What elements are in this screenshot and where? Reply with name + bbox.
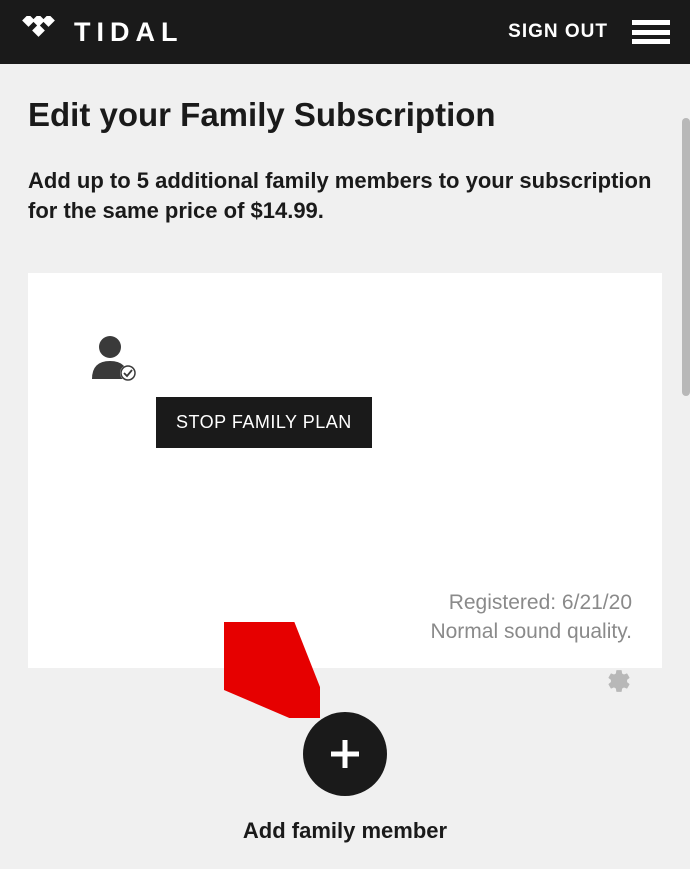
- header-right: SIGN OUT: [508, 20, 670, 44]
- main-content: Edit your Family Subscription Add up to …: [0, 64, 690, 869]
- app-header: TIDAL SIGN OUT: [0, 0, 690, 64]
- member-card: STOP FAMILY PLAN Registered: 6/21/20 Nor…: [28, 273, 662, 668]
- user-avatar: [88, 333, 136, 381]
- scrollbar[interactable]: [682, 118, 690, 396]
- plus-icon: [325, 734, 365, 774]
- card-footer: Registered: 6/21/20 Normal sound quality…: [430, 588, 632, 647]
- page-description: Add up to 5 additional family members to…: [28, 166, 662, 225]
- person-icon: [88, 333, 136, 381]
- menu-icon[interactable]: [632, 20, 670, 44]
- sound-quality: Normal sound quality.: [430, 617, 632, 646]
- logo-section: TIDAL: [20, 16, 183, 48]
- sign-out-link[interactable]: SIGN OUT: [508, 21, 608, 43]
- add-family-member-button[interactable]: [303, 712, 387, 796]
- tidal-logo-icon: [20, 16, 56, 48]
- stop-family-plan-button[interactable]: STOP FAMILY PLAN: [156, 397, 372, 448]
- add-member-label: Add family member: [243, 818, 447, 844]
- add-member-section: Add family member: [28, 712, 662, 844]
- settings-gear-icon[interactable]: [606, 668, 632, 694]
- page-title: Edit your Family Subscription: [28, 96, 662, 134]
- brand-name: TIDAL: [74, 17, 183, 48]
- registered-date: Registered: 6/21/20: [430, 588, 632, 617]
